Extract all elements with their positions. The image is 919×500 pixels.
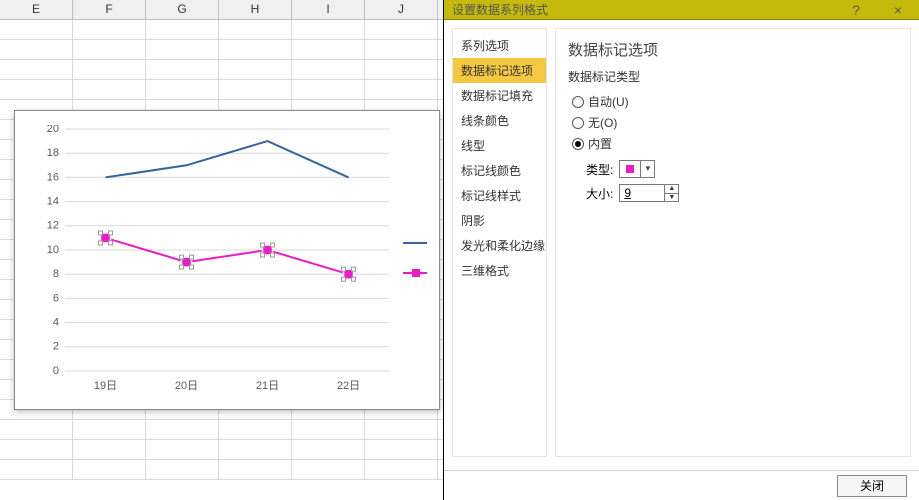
nav-item-marker-fill[interactable]: 数据标记填充: [453, 83, 546, 108]
nav-item-shadow[interactable]: 阴影: [453, 208, 546, 233]
chart-svg: 0 2 4 6 8 10 12 14 16 18 20 19日 20日 21日 22日 最 最: [29, 125, 429, 397]
marker-type-combo[interactable]: ▾: [619, 160, 655, 178]
dialog-titlebar[interactable]: 设置数据系列格式 ? ×: [444, 0, 919, 20]
radio-label: 无(O): [588, 114, 617, 131]
chevron-down-icon[interactable]: ▾: [640, 161, 654, 177]
spreadsheet-area: E F G H I J K: [0, 0, 443, 500]
column-header[interactable]: H: [219, 0, 292, 19]
svg-text:14: 14: [47, 196, 59, 208]
series-line-1[interactable]: [106, 141, 349, 177]
legend-marker-icon: [412, 269, 420, 277]
svg-text:20日: 20日: [175, 380, 198, 392]
grid-body[interactable]: 0 2 4 6 8 10 12 14 16 18 20 19日 20日 21日 22日 最 最: [0, 20, 443, 500]
svg-text:6: 6: [53, 292, 59, 304]
square-marker-icon: [622, 162, 638, 176]
svg-text:22日: 22日: [337, 380, 360, 392]
column-header[interactable]: I: [292, 0, 365, 19]
column-header[interactable]: E: [0, 0, 73, 19]
legend[interactable]: 最 最: [403, 237, 429, 280]
radio-label: 自动(U): [588, 93, 629, 110]
svg-text:0: 0: [53, 365, 59, 377]
svg-text:4: 4: [53, 317, 59, 329]
svg-text:8: 8: [53, 268, 59, 280]
radio-label: 内置: [588, 135, 612, 152]
nav-item-glow[interactable]: 发光和柔化边缘: [453, 233, 546, 258]
nav-item-marker-options[interactable]: 数据标记选项: [453, 58, 546, 83]
marker-options-panel: 数据标记选项 数据标记类型 自动(U) 无(O) 内置 类型: ▾: [555, 28, 911, 457]
column-header[interactable]: G: [146, 0, 219, 19]
radio-none[interactable]: 无(O): [568, 112, 898, 133]
svg-text:10: 10: [47, 244, 59, 256]
radio-icon: [572, 138, 584, 150]
dialog-footer: 关闭: [444, 470, 919, 500]
panel-title: 数据标记选项: [568, 39, 898, 60]
nav-item-series-options[interactable]: 系列选项: [453, 33, 546, 58]
svg-text:2: 2: [53, 341, 59, 353]
svg-text:16: 16: [47, 171, 59, 183]
svg-text:20: 20: [47, 125, 59, 135]
help-icon[interactable]: ?: [835, 2, 877, 18]
dialog-nav: 系列选项 数据标记选项 数据标记填充 线条颜色 线型 标记线颜色 标记线样式 阴…: [452, 28, 547, 457]
column-header[interactable]: J: [365, 0, 438, 19]
svg-text:12: 12: [47, 220, 59, 232]
radio-auto[interactable]: 自动(U): [568, 91, 898, 112]
close-icon[interactable]: ×: [877, 2, 919, 18]
radio-icon: [572, 96, 584, 108]
nav-item-marker-line-color[interactable]: 标记线颜色: [453, 158, 546, 183]
dialog-title: 设置数据系列格式: [452, 1, 835, 18]
spin-up-icon[interactable]: ▲: [665, 185, 678, 194]
svg-text:19日: 19日: [94, 380, 117, 392]
embedded-chart[interactable]: 0 2 4 6 8 10 12 14 16 18 20 19日 20日 21日 22日 最 最: [14, 110, 440, 410]
radio-icon: [572, 117, 584, 129]
type-label: 类型:: [586, 161, 613, 178]
nav-item-3d-format[interactable]: 三维格式: [453, 258, 546, 283]
series-line-2[interactable]: [106, 238, 349, 274]
marker-size-spinner[interactable]: ▲ ▼: [619, 184, 679, 202]
radio-builtin[interactable]: 内置: [568, 133, 898, 154]
nav-item-line-color[interactable]: 线条颜色: [453, 108, 546, 133]
fieldset-title: 数据标记类型: [568, 68, 898, 85]
nav-item-line-style[interactable]: 线型: [453, 133, 546, 158]
marker-size-input[interactable]: [620, 185, 664, 201]
column-header-row: E F G H I J K: [0, 0, 443, 20]
size-label: 大小:: [586, 185, 613, 202]
nav-item-marker-line-style[interactable]: 标记线样式: [453, 183, 546, 208]
column-header[interactable]: F: [73, 0, 146, 19]
svg-text:21日: 21日: [256, 380, 279, 392]
format-series-dialog: 设置数据系列格式 ? × 系列选项 数据标记选项 数据标记填充 线条颜色 线型 …: [443, 0, 919, 500]
spin-down-icon[interactable]: ▼: [665, 194, 678, 202]
close-button[interactable]: 关闭: [837, 475, 907, 497]
chart-plot: 0 2 4 6 8 10 12 14 16 18 20 19日 20日 21日 22日 最 最: [29, 125, 429, 397]
svg-text:18: 18: [47, 147, 59, 159]
